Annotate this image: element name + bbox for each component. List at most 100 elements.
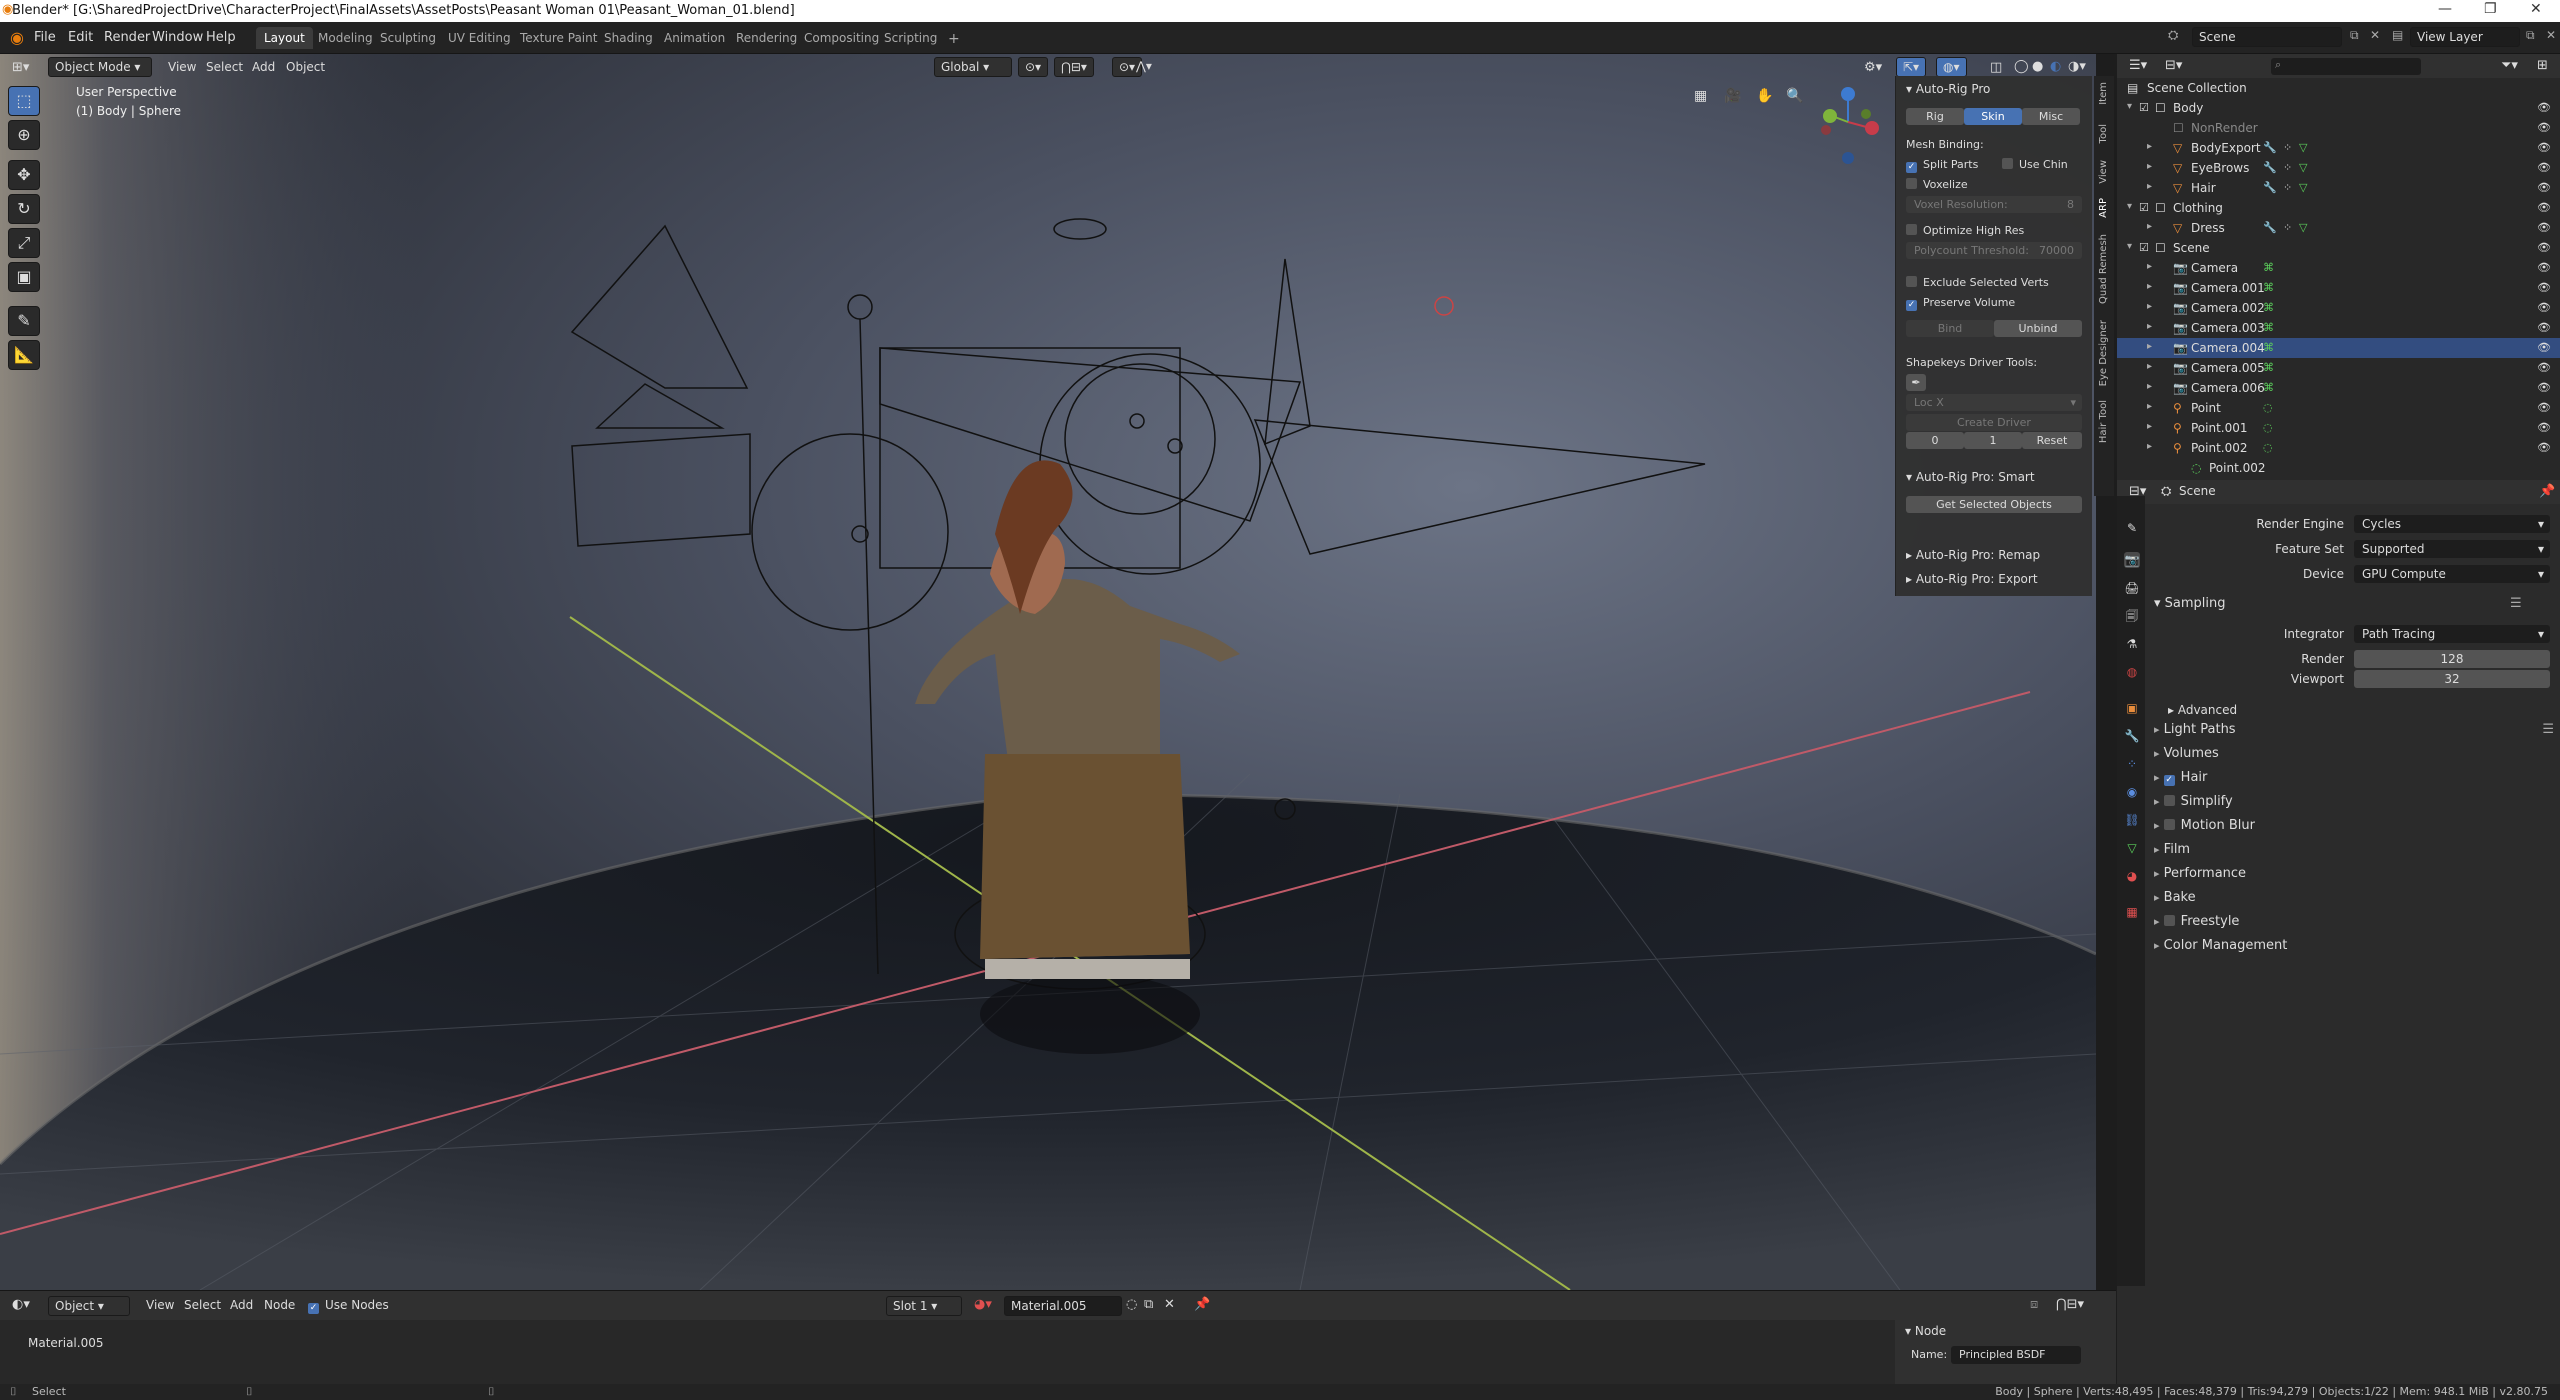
render-section-header[interactable]: ▸ Motion Blur <box>2154 818 2554 833</box>
object-properties-icon[interactable]: ▣ <box>2124 700 2140 716</box>
viewport-menu-object[interactable]: Object <box>280 58 331 76</box>
menu-edit[interactable]: Edit <box>62 28 99 47</box>
tab-compositing[interactable]: Compositing <box>796 27 887 49</box>
xray-icon[interactable]: ◫ <box>1990 60 2002 75</box>
eyedropper-icon[interactable]: ✒ <box>1906 374 1926 391</box>
material-sphere-icon[interactable]: ◕▾ <box>974 1297 992 1312</box>
particles-icon[interactable]: ⁘ <box>2283 141 2292 154</box>
tool-settings-icon[interactable]: ✎ <box>2124 520 2140 536</box>
view-layer-close-icon[interactable]: ✕ <box>2546 28 2556 42</box>
add-workspace-button[interactable]: + <box>940 27 968 51</box>
minimize-icon[interactable]: — <box>2438 1 2452 17</box>
mesh-data-icon[interactable]: ▽ <box>2299 141 2307 154</box>
bind-button[interactable]: Bind <box>1906 320 1994 337</box>
maximize-icon[interactable]: ❐ <box>2484 1 2497 17</box>
tab-rendering[interactable]: Rendering <box>728 27 805 49</box>
outliner-row[interactable]: ▾ ☑ ☐ Clothing 👁 <box>2117 198 2560 218</box>
expand-icon[interactable]: ▸ <box>2147 321 2152 332</box>
mesh-data-icon[interactable]: ▽ <box>2299 221 2307 234</box>
move-tool-icon[interactable]: ✥ <box>8 160 40 190</box>
camera-data-icon[interactable]: ⌘ <box>2263 281 2274 294</box>
render-engine-dropdown[interactable]: Cycles ▾ <box>2354 515 2550 533</box>
gizmo-toggle-icon[interactable]: ⇱▾ <box>1896 57 1927 77</box>
output-properties-icon[interactable]: 🖨 <box>2124 580 2140 596</box>
npanel-tab-arp[interactable]: ARP <box>2098 198 2109 218</box>
visibility-eye-icon[interactable]: 👁 <box>2537 241 2551 254</box>
annotate-tool-icon[interactable]: ✎ <box>8 306 40 336</box>
modifier-icon[interactable]: 🔧 <box>2263 161 2277 174</box>
outliner-row[interactable]: ▸ ▽ EyeBrows 🔧 ⁘ ▽ 👁 <box>2117 158 2560 178</box>
view-layer-selector[interactable]: View Layer <box>2410 27 2520 47</box>
outliner-row[interactable]: ▸ ⚲ Point ◌ 👁 <box>2117 398 2560 418</box>
measure-tool-icon[interactable]: 📐 <box>8 340 40 370</box>
mesh-data-icon[interactable]: ▽ <box>2299 181 2307 194</box>
particles-properties-icon[interactable]: ⁘ <box>2124 756 2140 772</box>
expand-icon[interactable]: ▸ <box>2147 341 2152 352</box>
pin-node-tree-icon[interactable]: 📌 <box>1194 1297 1210 1312</box>
section-toggle-checkbox[interactable] <box>2163 819 2175 830</box>
driver-value-1[interactable]: 1 <box>1964 432 2022 449</box>
node-menu-select[interactable]: Select <box>178 1296 227 1314</box>
zoom-icon[interactable]: 🔍 <box>1786 88 1803 104</box>
section-toggle-checkbox[interactable]: ✓ <box>2163 775 2175 786</box>
viewport-samples-field[interactable]: 32 <box>2354 670 2550 688</box>
mode-selector[interactable]: Object Mode ▾ <box>48 57 152 77</box>
exclude-checkbox-icon[interactable]: ☑ <box>2139 201 2149 214</box>
shading-rendered-icon[interactable]: ◑▾ <box>2068 59 2086 74</box>
viewport-menu-view[interactable]: View <box>162 58 202 76</box>
modifier-icon[interactable]: 🔧 <box>2263 141 2277 154</box>
node-editor-area[interactable]: Material.005 ▾ Node Name: Principled BSD… <box>0 1320 2116 1384</box>
arp-tab-rig[interactable]: Rig <box>1906 108 1964 125</box>
render-section-header[interactable]: ▸ ✓ Hair <box>2154 770 2554 786</box>
visibility-eye-icon[interactable]: 👁 <box>2537 261 2551 274</box>
camera-data-icon[interactable]: ⌘ <box>2263 341 2274 354</box>
render-section-header[interactable]: ▸ Performance <box>2154 866 2554 881</box>
scene-close-icon[interactable]: ✕ <box>2370 28 2380 42</box>
snap-node-icon[interactable]: ⋂⊟▾ <box>2056 1297 2084 1312</box>
outliner-editor-icon[interactable]: ☰▾ <box>2129 58 2147 73</box>
outliner-row[interactable]: ▸ 📷 Camera.001 ⌘ 👁 <box>2117 278 2560 298</box>
backdrop-icon[interactable]: ⧈ <box>2030 1297 2038 1312</box>
node-menu-node[interactable]: Node <box>258 1296 301 1314</box>
scale-tool-icon[interactable]: ⤢ <box>8 228 40 258</box>
section-toggle-checkbox[interactable] <box>2163 795 2175 806</box>
modifier-properties-icon[interactable]: 🔧 <box>2124 728 2140 744</box>
arp-smart-header[interactable]: ▾ Auto-Rig Pro: Smart <box>1906 470 2035 484</box>
outliner-row[interactable]: ▸ ⚲ Point.002 ◌ 👁 <box>2117 438 2560 458</box>
npanel-tab-quad-remesh[interactable]: Quad Remesh <box>2098 234 2109 304</box>
visibility-eye-icon[interactable]: 👁 <box>2537 101 2551 114</box>
scene-selector[interactable]: Scene <box>2192 27 2342 47</box>
render-section-header[interactable]: ▸ Bake <box>2154 890 2554 905</box>
world-properties-icon[interactable]: ◍ <box>2124 664 2140 680</box>
expand-icon[interactable]: ▾ <box>2127 201 2132 212</box>
copy-material-icon[interactable]: ⧉ <box>1144 1297 1153 1312</box>
visibility-eye-icon[interactable]: 👁 <box>2537 401 2551 414</box>
render-section-header[interactable]: ▸ Simplify <box>2154 794 2554 809</box>
voxelize-checkbox[interactable]: Voxelize <box>1906 178 1968 191</box>
expand-icon[interactable]: ▸ <box>2147 381 2152 392</box>
split-parts-checkbox[interactable]: ✓ Split Parts <box>1906 158 1978 173</box>
viewport-menu-add[interactable]: Add <box>246 58 281 76</box>
editor-type-icon[interactable]: ⊞▾ <box>12 60 29 75</box>
node-menu-view[interactable]: View <box>140 1296 180 1314</box>
visibility-eye-icon[interactable]: 👁 <box>2537 281 2551 294</box>
camera-data-icon[interactable]: ⌘ <box>2263 301 2274 314</box>
optimize-high-res-checkbox[interactable]: Optimize High Res <box>1906 224 2024 237</box>
rotate-tool-icon[interactable]: ↻ <box>8 194 40 224</box>
npanel-tab-view[interactable]: View <box>2098 160 2109 184</box>
falloff-icon[interactable]: ⋀▾ <box>1130 57 1158 75</box>
create-driver-button[interactable]: Create Driver <box>1906 414 2082 431</box>
new-collection-icon[interactable]: ⊞ <box>2537 58 2548 73</box>
shading-solid-icon[interactable]: ● <box>2032 59 2043 74</box>
expand-icon[interactable]: ▸ <box>2147 301 2152 312</box>
visibility-eye-icon[interactable]: 👁 <box>2537 221 2551 234</box>
node-menu-add[interactable]: Add <box>224 1296 259 1314</box>
render-section-header[interactable]: ▸ Light Paths ☰ <box>2154 722 2554 737</box>
visibility-eye-icon[interactable]: 👁 <box>2537 341 2551 354</box>
render-samples-field[interactable]: 128 <box>2354 650 2550 668</box>
visibility-eye-icon[interactable]: 👁 <box>2537 321 2551 334</box>
device-dropdown[interactable]: GPU Compute ▾ <box>2354 565 2550 583</box>
outliner-row-scene-collection[interactable]: ▤ Scene Collection <box>2117 78 2560 98</box>
visibility-eye-icon[interactable]: 👁 <box>2537 141 2551 154</box>
filter-icon[interactable]: ⏷▾ <box>2501 58 2518 73</box>
